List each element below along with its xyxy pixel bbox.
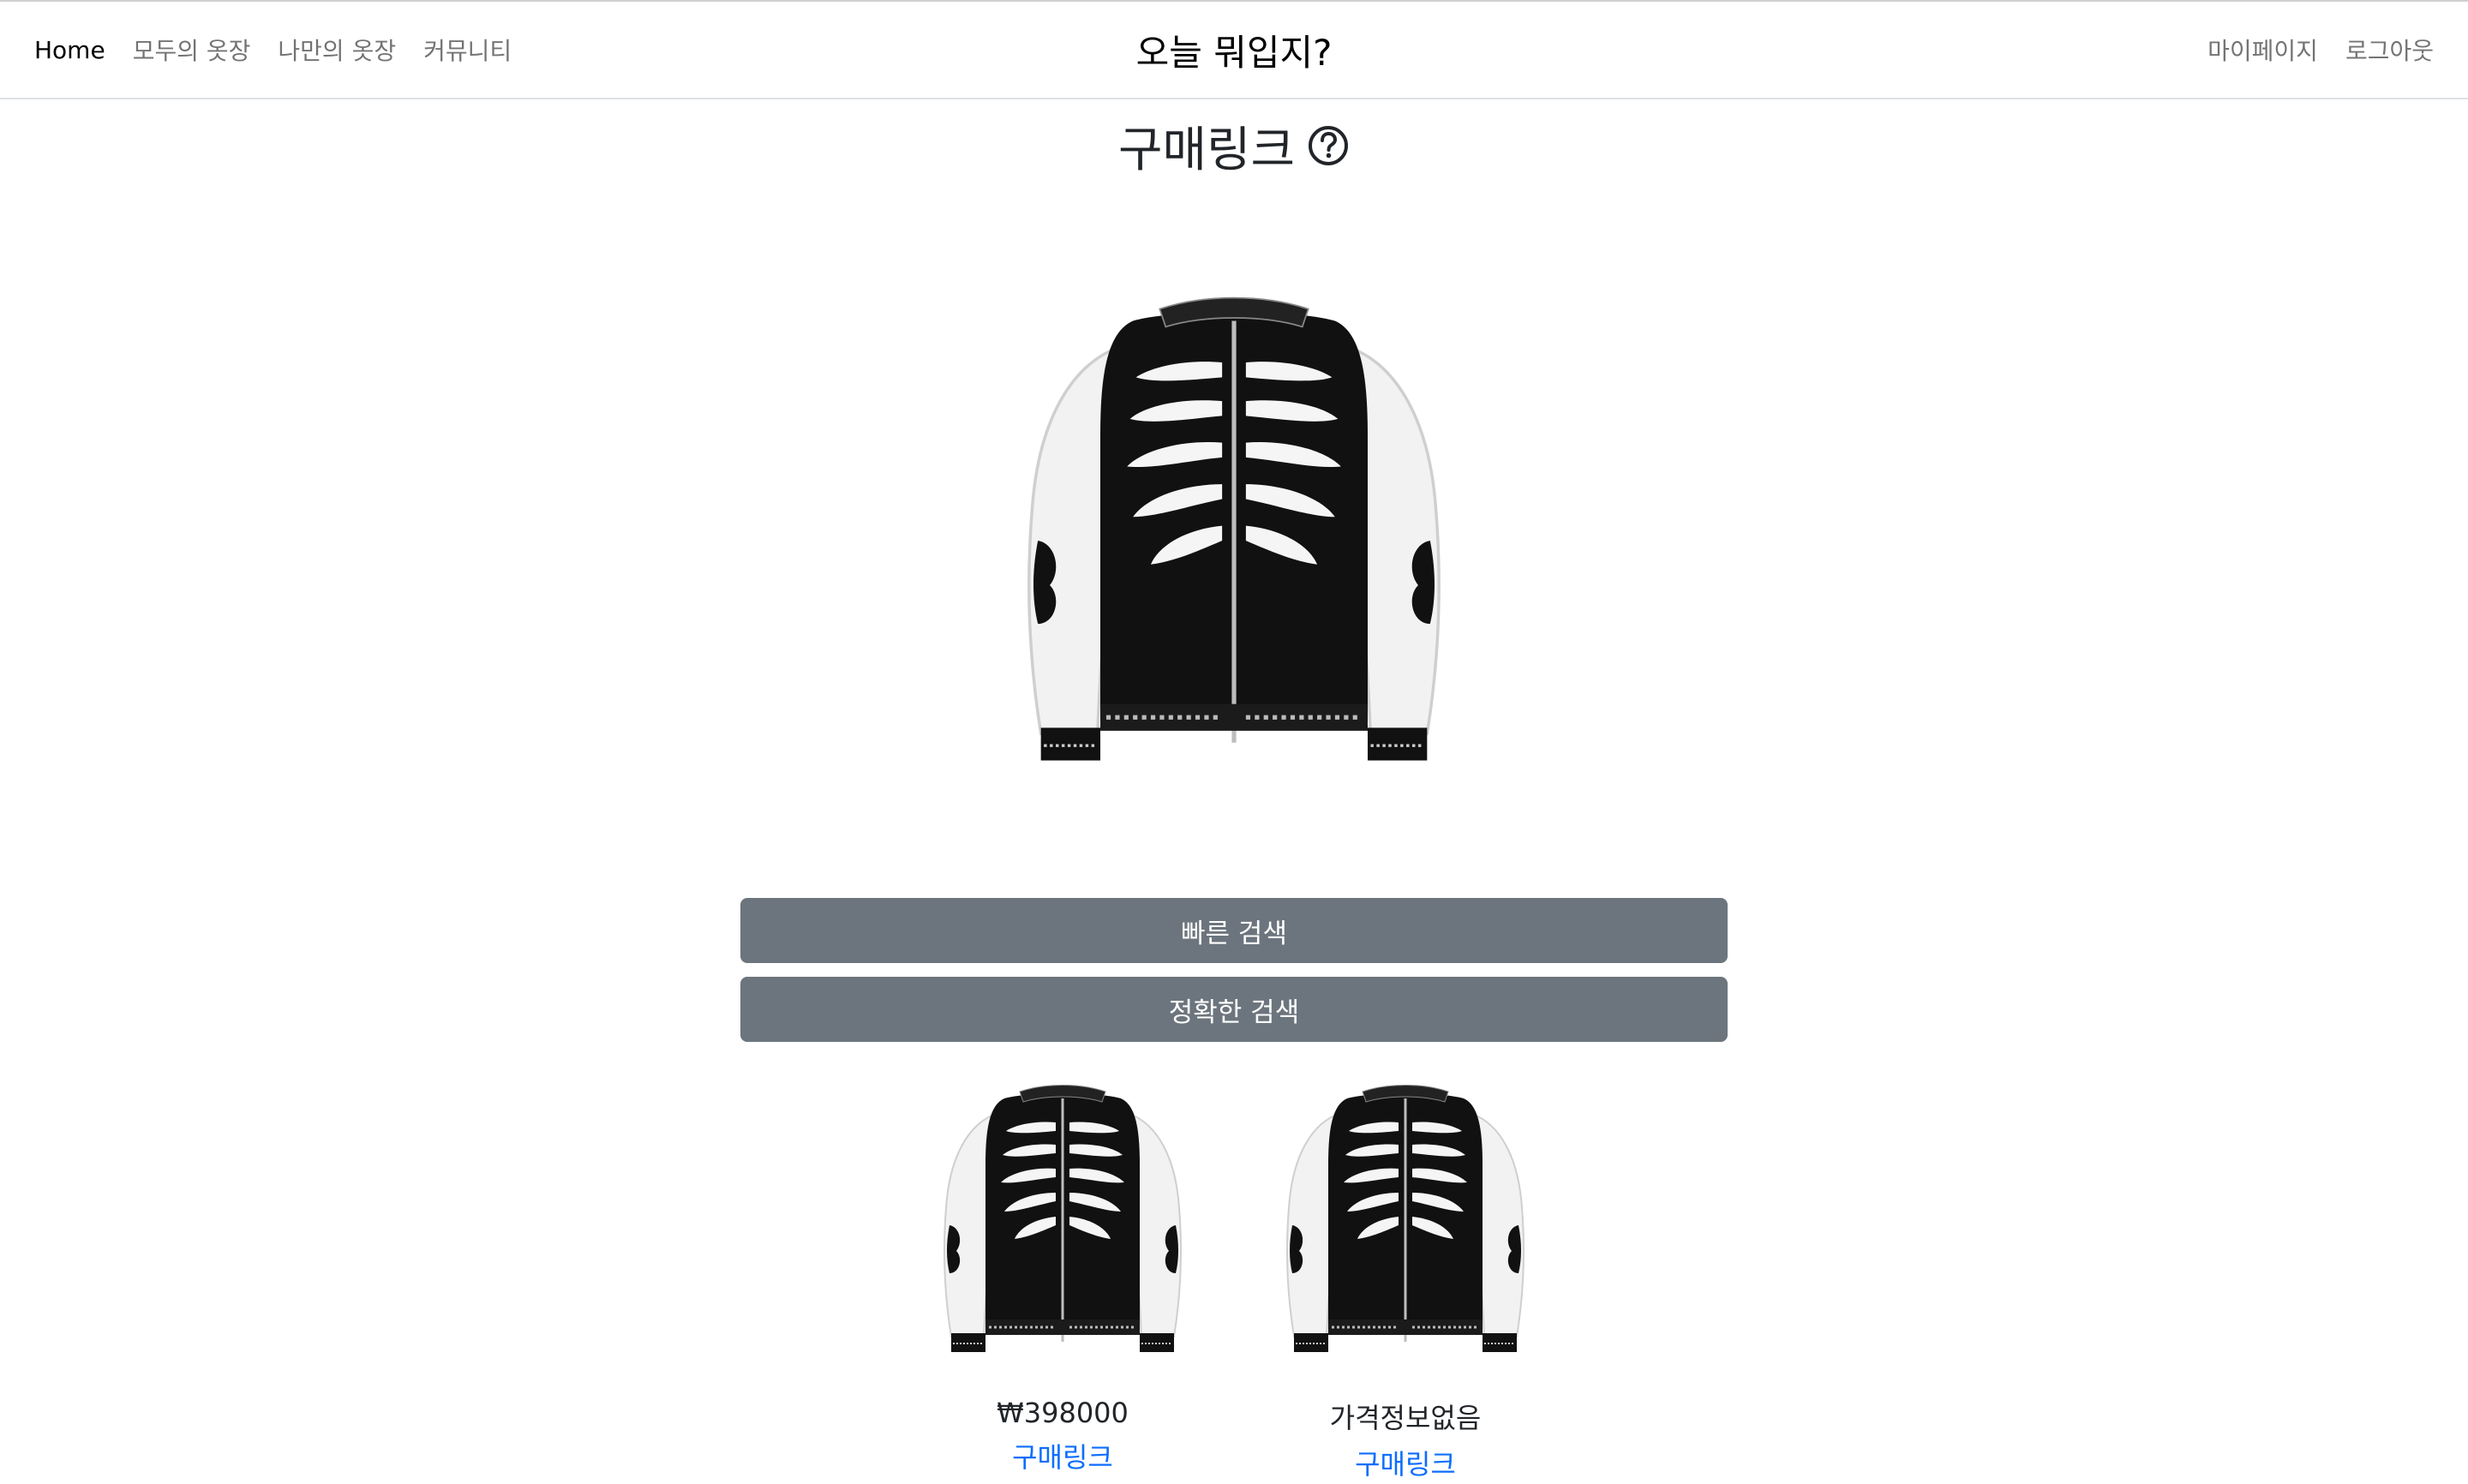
nav-link-community[interactable]: 커뮤니티 [423, 33, 512, 67]
nav-right-group: 마이페이지 로그아웃 [2207, 2, 2434, 98]
result-buy-link[interactable]: 구매링크 [1355, 1443, 1456, 1482]
top-navbar: Home 모두의 옷장 나만의 옷장 커뮤니티 오늘 뭐입지? 마이페이지 로그… [0, 0, 2468, 99]
result-price: 가격정보없음 [1329, 1402, 1482, 1434]
result-jacket-image[interactable] [934, 1076, 1191, 1374]
result-buy-link[interactable]: 구매링크 [1012, 1436, 1113, 1475]
result-card: ₩398000 구매링크 [926, 1076, 1200, 1484]
exact-search-button[interactable]: 정확한 검색 [740, 977, 1728, 1042]
brand-title[interactable]: 오늘 뭐입지? [1136, 24, 1333, 76]
nav-link-mypage[interactable]: 마이페이지 [2207, 33, 2318, 67]
main-jacket-image [1011, 288, 1457, 793]
nav-left-group: Home 모두의 옷장 나만의 옷장 커뮤니티 [34, 2, 512, 98]
result-card: 가격정보없음 구매링크 [1268, 1076, 1542, 1484]
nav-link-my-closet[interactable]: 나만의 옷장 [278, 33, 396, 67]
nav-link-everyone-closet[interactable]: 모두의 옷장 [133, 33, 251, 67]
page-heading: 구매링크 [0, 110, 2468, 182]
nav-link-logout[interactable]: 로그아웃 [2345, 33, 2434, 67]
page-title: 구매링크 [1117, 122, 1296, 178]
result-price: ₩398000 [997, 1397, 1129, 1429]
nav-link-home[interactable]: Home [34, 36, 105, 64]
quick-search-button[interactable]: 빠른 검색 [740, 898, 1728, 963]
result-jacket-image[interactable] [1277, 1076, 1534, 1374]
question-circle-icon[interactable] [1307, 124, 1350, 167]
